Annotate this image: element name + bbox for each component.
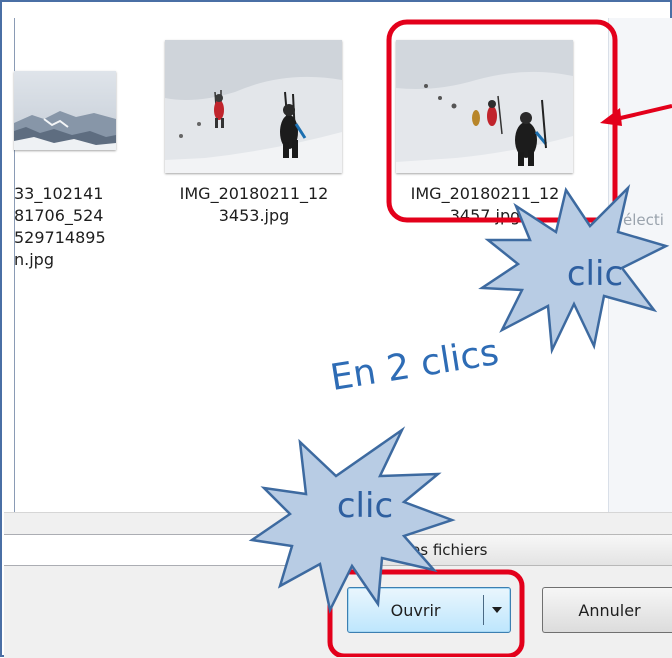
annotation-overlay: [248, 19, 672, 657]
red-arrow-icon: [600, 104, 672, 126]
burst-label-top: clic: [566, 254, 624, 294]
open-button-highlight-box: [327, 569, 525, 657]
selection-highlight-box: [386, 19, 618, 223]
burst-label-bottom: clic: [336, 486, 394, 526]
